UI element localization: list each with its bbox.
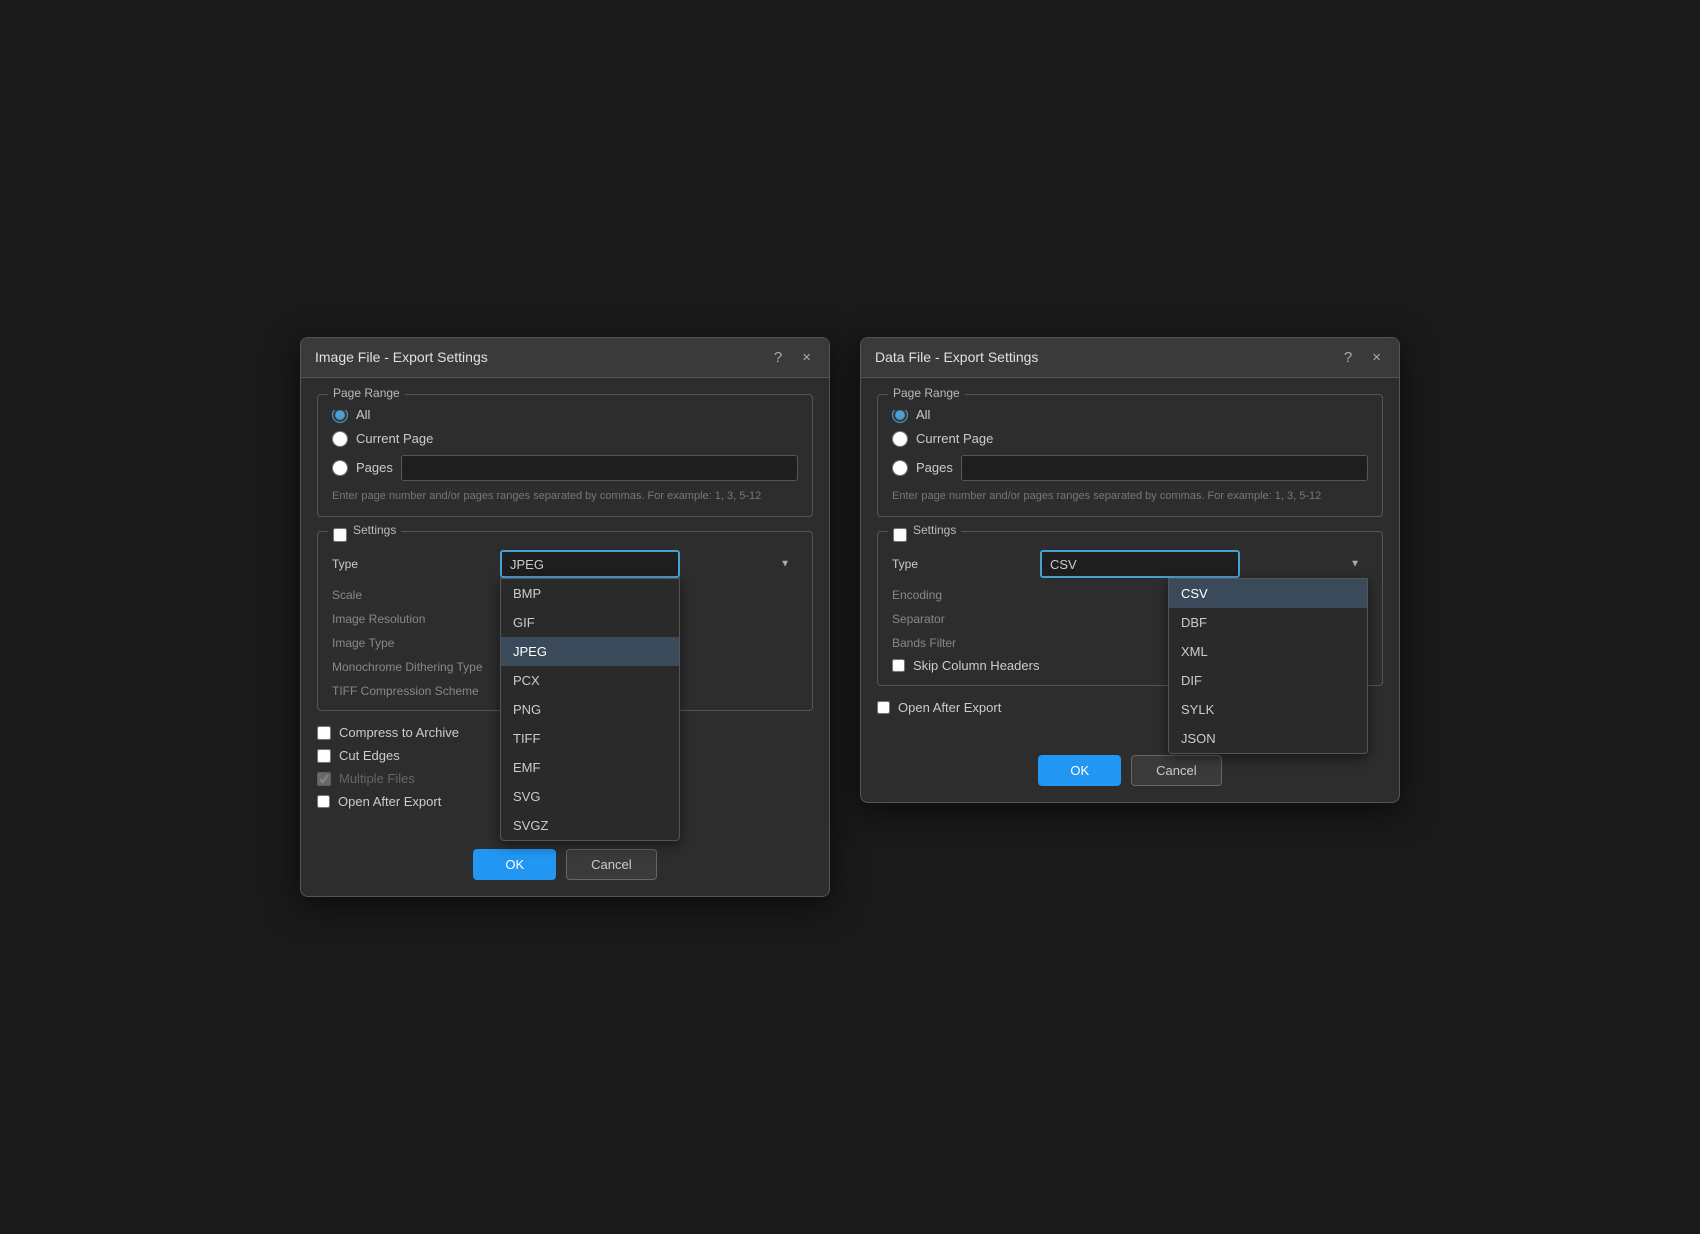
image-type-option-bmp[interactable]: BMP bbox=[501, 579, 679, 608]
data-dialog-title: Data File - Export Settings bbox=[875, 349, 1038, 365]
image-dialog-controls: ? × bbox=[770, 348, 815, 367]
data-type-select[interactable]: CSV bbox=[1040, 550, 1240, 578]
image-settings-header: Settings bbox=[328, 523, 401, 547]
image-pages-input[interactable] bbox=[401, 455, 798, 481]
data-pages-label: Pages bbox=[916, 460, 953, 475]
image-type-option-gif[interactable]: GIF bbox=[501, 608, 679, 637]
image-page-range-header: Page Range bbox=[328, 386, 405, 410]
image-radio-group: All Current Page Pages bbox=[332, 407, 798, 481]
image-pages-label: Pages bbox=[356, 460, 393, 475]
image-current-page-radio-item: Current Page bbox=[332, 431, 798, 447]
image-export-dialog: Image File - Export Settings ? × Page Ra… bbox=[300, 337, 830, 897]
image-dialog-title: Image File - Export Settings bbox=[315, 349, 488, 365]
data-pages-input[interactable] bbox=[961, 455, 1368, 481]
image-current-page-radio[interactable] bbox=[332, 431, 348, 447]
image-mono-label: Monochrome Dithering Type bbox=[332, 660, 492, 674]
data-settings-section: Settings Type CSV ▼ CSV DBF XML DIF bbox=[877, 531, 1383, 686]
data-separator-label: Separator bbox=[892, 612, 1032, 626]
data-type-option-sylk[interactable]: SYLK bbox=[1169, 695, 1367, 724]
data-type-label: Type bbox=[892, 557, 1032, 571]
image-resolution-label: Image Resolution bbox=[332, 612, 492, 626]
data-pages-radio-item: Pages bbox=[892, 455, 1368, 481]
data-type-option-dif[interactable]: DIF bbox=[1169, 666, 1367, 695]
data-type-dropdown-wrapper: CSV ▼ CSV DBF XML DIF SYLK JSON bbox=[1040, 550, 1368, 578]
data-type-option-csv[interactable]: CSV bbox=[1169, 579, 1367, 608]
data-current-page-label: Current Page bbox=[916, 431, 993, 446]
image-multiple-files-checkbox[interactable] bbox=[317, 772, 331, 786]
image-pages-radio-item: Pages bbox=[332, 455, 798, 481]
image-cut-edges-label: Cut Edges bbox=[339, 748, 400, 763]
data-page-range-label: Page Range bbox=[893, 386, 960, 400]
image-type-option-png[interactable]: PNG bbox=[501, 695, 679, 724]
data-radio-group: All Current Page Pages bbox=[892, 407, 1368, 481]
data-page-range-header: Page Range bbox=[888, 386, 965, 410]
image-page-range-section: Page Range All Current Page Pages bbox=[317, 394, 813, 517]
image-type-select-arrow: ▼ bbox=[780, 559, 790, 570]
data-type-option-xml[interactable]: XML bbox=[1169, 637, 1367, 666]
data-cancel-button[interactable]: Cancel bbox=[1131, 755, 1221, 786]
image-dialog-footer: OK Cancel bbox=[301, 839, 829, 896]
image-cancel-button[interactable]: Cancel bbox=[566, 849, 656, 880]
image-type-option-svg[interactable]: SVG bbox=[501, 782, 679, 811]
image-cut-edges-checkbox[interactable] bbox=[317, 749, 331, 763]
data-skip-col-headers-label: Skip Column Headers bbox=[913, 658, 1039, 673]
data-type-option-dbf[interactable]: DBF bbox=[1169, 608, 1367, 637]
image-type-select[interactable]: JPEG bbox=[500, 550, 680, 578]
image-dialog-titlebar: Image File - Export Settings ? × bbox=[301, 338, 829, 378]
data-dialog-controls: ? × bbox=[1340, 348, 1385, 367]
image-type-field-label: Image Type bbox=[332, 636, 492, 650]
data-skip-col-headers-checkbox[interactable] bbox=[892, 659, 905, 672]
image-settings-label: Settings bbox=[353, 523, 396, 537]
image-type-option-emf[interactable]: EMF bbox=[501, 753, 679, 782]
image-ok-button[interactable]: OK bbox=[473, 849, 556, 880]
data-dialog-body: Page Range All Current Page Pages bbox=[861, 378, 1399, 745]
data-type-dropdown-list: CSV DBF XML DIF SYLK JSON bbox=[1168, 578, 1368, 754]
image-pages-radio[interactable] bbox=[332, 460, 348, 476]
image-close-button[interactable]: × bbox=[798, 348, 815, 367]
data-type-select-arrow: ▼ bbox=[1350, 559, 1360, 570]
image-compress-archive-label: Compress to Archive bbox=[339, 725, 459, 740]
data-pages-hint: Enter page number and/or pages ranges se… bbox=[892, 489, 1368, 504]
image-settings-grid: Type JPEG ▼ BMP GIF JPEG PCX PNG TIFF bbox=[332, 550, 798, 698]
dialogs-container: Image File - Export Settings ? × Page Ra… bbox=[300, 337, 1400, 897]
data-export-dialog: Data File - Export Settings ? × Page Ran… bbox=[860, 337, 1400, 803]
data-dialog-titlebar: Data File - Export Settings ? × bbox=[861, 338, 1399, 378]
data-current-page-radio[interactable] bbox=[892, 431, 908, 447]
data-close-button[interactable]: × bbox=[1368, 348, 1385, 367]
image-open-after-checkbox[interactable] bbox=[317, 795, 330, 808]
data-type-option-json[interactable]: JSON bbox=[1169, 724, 1367, 753]
image-type-dropdown-wrapper: JPEG ▼ BMP GIF JPEG PCX PNG TIFF EMF SVG bbox=[500, 550, 798, 578]
image-help-button[interactable]: ? bbox=[770, 348, 786, 367]
image-type-option-svgz[interactable]: SVGZ bbox=[501, 811, 679, 840]
image-settings-section: Settings Type JPEG ▼ BMP GIF JPEG PCX bbox=[317, 531, 813, 711]
image-multiple-files-label: Multiple Files bbox=[339, 771, 415, 786]
image-page-range-label: Page Range bbox=[333, 386, 400, 400]
image-open-after-label: Open After Export bbox=[338, 794, 441, 809]
data-current-page-radio-item: Current Page bbox=[892, 431, 1368, 447]
image-type-option-pcx[interactable]: PCX bbox=[501, 666, 679, 695]
image-type-label: Type bbox=[332, 557, 492, 571]
image-type-dropdown-list: BMP GIF JPEG PCX PNG TIFF EMF SVG SVGZ bbox=[500, 578, 680, 841]
image-compress-archive-checkbox[interactable] bbox=[317, 726, 331, 740]
image-current-page-label: Current Page bbox=[356, 431, 433, 446]
data-help-button[interactable]: ? bbox=[1340, 348, 1356, 367]
data-encoding-label: Encoding bbox=[892, 588, 1032, 602]
image-type-option-tiff[interactable]: TIFF bbox=[501, 724, 679, 753]
image-type-option-jpeg[interactable]: JPEG bbox=[501, 637, 679, 666]
image-scale-label: Scale bbox=[332, 588, 492, 602]
data-page-range-section: Page Range All Current Page Pages bbox=[877, 394, 1383, 517]
data-settings-label: Settings bbox=[913, 523, 956, 537]
image-settings-checkbox[interactable] bbox=[333, 528, 347, 542]
data-settings-header: Settings bbox=[888, 523, 961, 547]
image-tiff-label: TIFF Compression Scheme bbox=[332, 684, 492, 698]
data-settings-grid: Type CSV ▼ CSV DBF XML DIF SYLK JSON bbox=[892, 550, 1368, 650]
image-dialog-body: Page Range All Current Page Pages bbox=[301, 378, 829, 839]
data-open-after-checkbox[interactable] bbox=[877, 701, 890, 714]
data-bands-filter-label: Bands Filter bbox=[892, 636, 1032, 650]
data-ok-button[interactable]: OK bbox=[1038, 755, 1121, 786]
data-pages-radio[interactable] bbox=[892, 460, 908, 476]
image-pages-hint: Enter page number and/or pages ranges se… bbox=[332, 489, 798, 504]
data-settings-checkbox[interactable] bbox=[893, 528, 907, 542]
data-open-after-label: Open After Export bbox=[898, 700, 1001, 715]
